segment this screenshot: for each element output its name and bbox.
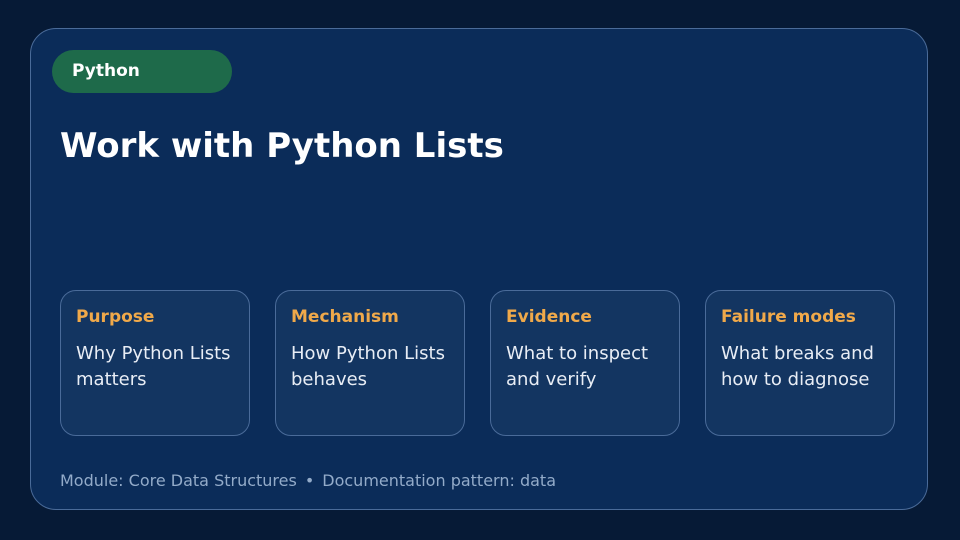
panel-row: Purpose Why Python Lists matters Mechani…: [60, 290, 896, 436]
panel-evidence: Evidence What to inspect and verify: [490, 290, 680, 436]
panel-body: What breaks and how to diagnose: [721, 343, 874, 390]
panel-body: How Python Lists behaves: [291, 343, 445, 390]
panel-heading: Failure modes: [721, 307, 856, 327]
panel-body: What to inspect and verify: [506, 343, 649, 390]
footer-separator: •: [304, 471, 315, 490]
panel-purpose: Purpose Why Python Lists matters: [60, 290, 250, 436]
footer-module: Module: Core Data Structures: [60, 471, 297, 490]
slide-footer: Module: Core Data Structures • Documentati…: [60, 470, 556, 492]
panel-body: Why Python Lists matters: [76, 343, 231, 390]
slide-card: Python Work with Python Lists Purpose Wh…: [30, 28, 928, 510]
slide-title: Work with Python Lists: [60, 126, 504, 166]
panel-heading: Purpose: [76, 307, 155, 327]
panel-heading: Mechanism: [291, 307, 399, 327]
topic-tag: Python: [52, 50, 232, 93]
panel-heading: Evidence: [506, 307, 592, 327]
panel-mechanism: Mechanism How Python Lists behaves: [275, 290, 465, 436]
panel-failure-modes: Failure modes What breaks and how to dia…: [705, 290, 895, 436]
footer-pattern: Documentation pattern: data: [322, 471, 556, 490]
